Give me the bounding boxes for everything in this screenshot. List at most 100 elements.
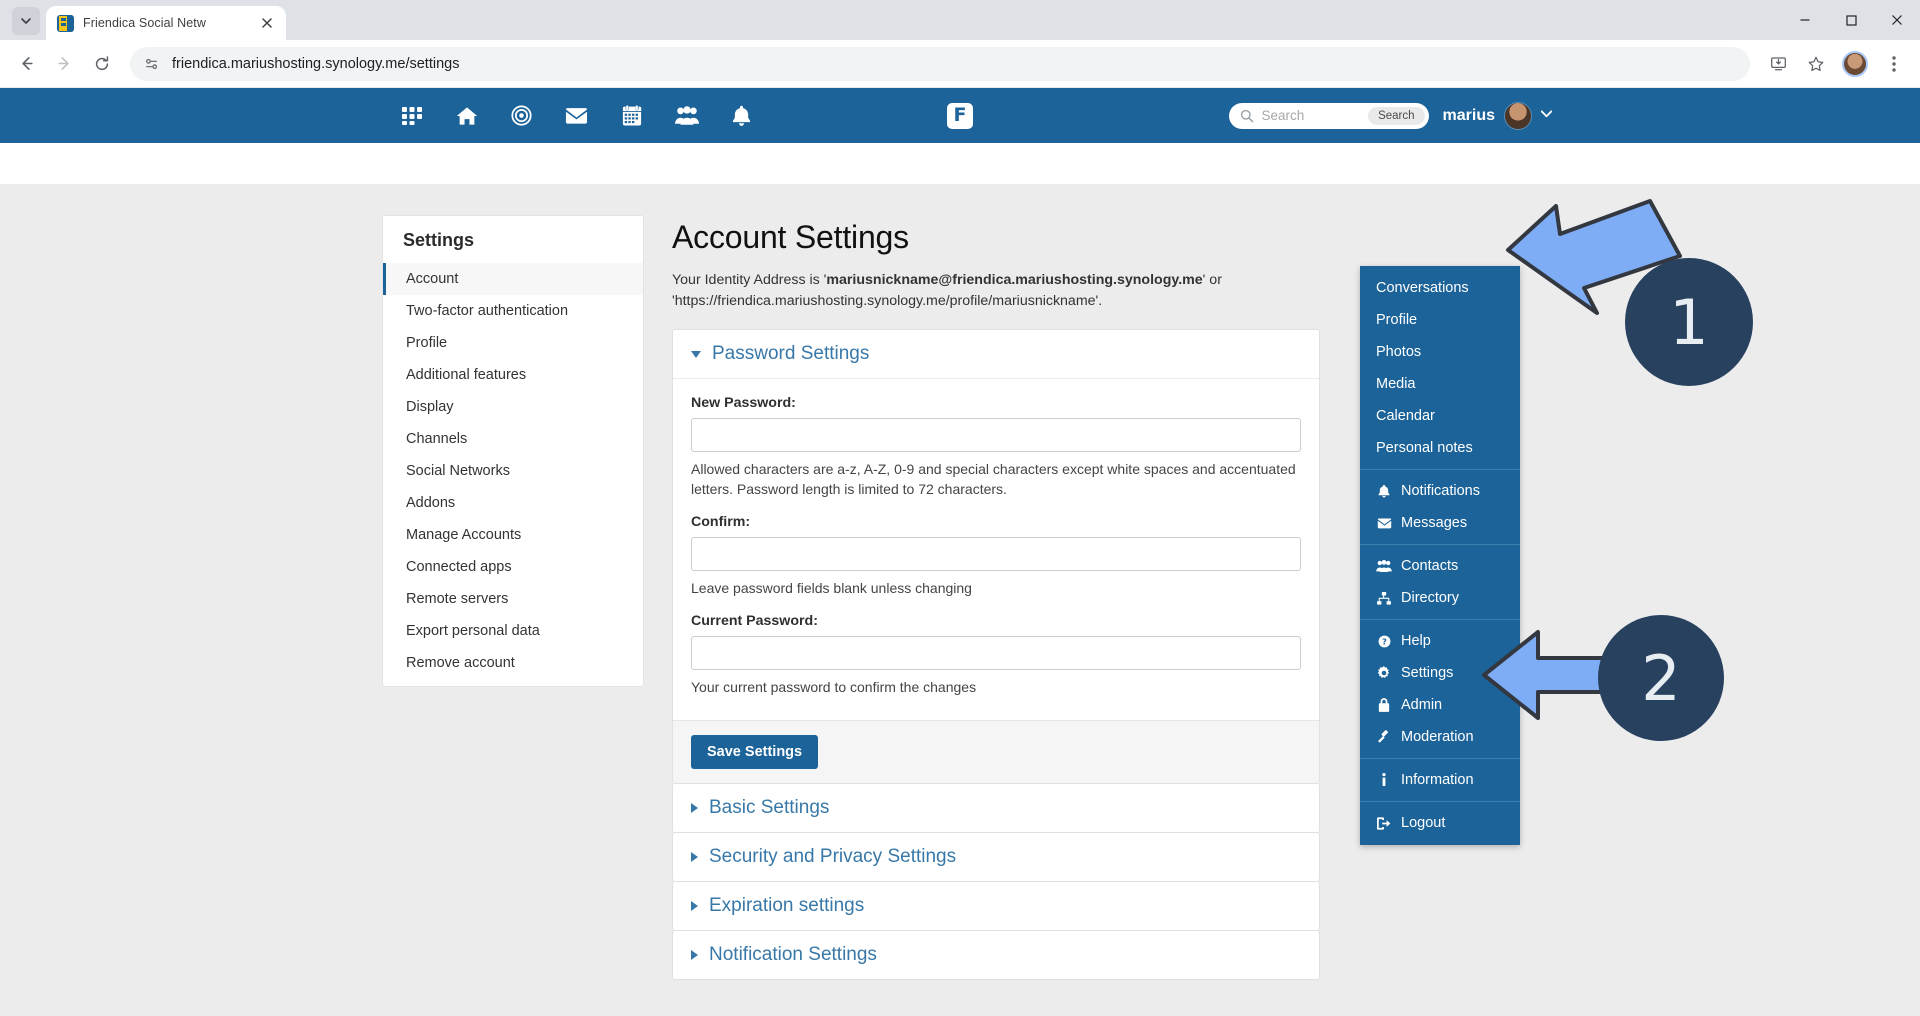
current-password-input[interactable] — [691, 635, 1301, 670]
sidebar-item-display[interactable]: Display — [383, 391, 643, 423]
search-icon — [1240, 109, 1254, 123]
panel-title: Expiration settings — [709, 894, 865, 916]
network-icon[interactable] — [494, 88, 549, 143]
toolbar-right-group — [1760, 46, 1912, 82]
mail-icon[interactable] — [549, 88, 604, 143]
bell-icon — [1376, 484, 1392, 498]
sidebar-item-manage-accounts[interactable]: Manage Accounts — [383, 519, 643, 551]
gear-icon — [1376, 666, 1392, 680]
divider — [1360, 544, 1520, 545]
dropdown-item-calendar[interactable]: Calendar — [1360, 400, 1520, 432]
dropdown-item-personal-notes[interactable]: Personal notes — [1360, 432, 1520, 464]
search-submit-button[interactable]: Search — [1368, 106, 1425, 125]
sidebar-item-remove-account[interactable]: Remove account — [383, 647, 643, 679]
sidebar-item-label: Account — [406, 271, 459, 287]
dropdown-label: Moderation — [1401, 729, 1474, 745]
password-settings-footer: Save Settings — [673, 719, 1319, 783]
chrome-profile-avatar[interactable] — [1842, 50, 1868, 77]
forward-arrow-icon[interactable] — [46, 46, 82, 82]
browser-tab[interactable]: Friendica Social Netw — [46, 6, 286, 40]
sidebar-item-channels[interactable]: Channels — [383, 423, 643, 455]
sidebar-item-export-personal-data[interactable]: Export personal data — [383, 615, 643, 647]
security-privacy-settings-header[interactable]: Security and Privacy Settings — [673, 833, 1319, 881]
close-icon[interactable] — [258, 14, 276, 32]
dropdown-item-logout[interactable]: Logout — [1360, 807, 1520, 839]
dropdown-label: Profile — [1376, 312, 1418, 328]
sidebar-item-remote-servers[interactable]: Remote servers — [383, 583, 643, 615]
bell-icon[interactable] — [714, 88, 769, 143]
chevron-down-icon[interactable] — [1540, 110, 1553, 121]
panel-title: Notification Settings — [709, 943, 877, 965]
sidebar-item-label: Export personal data — [406, 623, 540, 639]
address-bar[interactable]: friendica.mariushosting.synology.me/sett… — [130, 46, 1750, 81]
sidebar-item-profile[interactable]: Profile — [383, 327, 643, 359]
chevron-right-icon — [691, 900, 698, 911]
dropdown-item-information[interactable]: Information — [1360, 764, 1520, 796]
site-settings-icon[interactable] — [144, 56, 160, 72]
user-avatar[interactable] — [1504, 101, 1532, 130]
navbar-icon-group — [384, 88, 769, 143]
page-title: Account Settings — [672, 219, 909, 255]
apps-grid-icon[interactable] — [384, 88, 439, 143]
dropdown-item-conversations[interactable]: Conversations — [1360, 272, 1520, 304]
dropdown-item-messages[interactable]: Messages — [1360, 507, 1520, 539]
back-arrow-icon[interactable] — [8, 46, 44, 82]
sign-out-icon — [1376, 816, 1392, 830]
dropdown-item-photos[interactable]: Photos — [1360, 336, 1520, 368]
sidebar-item-label: Additional features — [406, 367, 527, 383]
save-settings-button[interactable]: Save Settings — [691, 734, 819, 769]
dropdown-item-media[interactable]: Media — [1360, 368, 1520, 400]
install-app-icon[interactable] — [1760, 46, 1796, 82]
notification-settings-header[interactable]: Notification Settings — [673, 931, 1319, 979]
sidebar-item-addons[interactable]: Addons — [383, 487, 643, 519]
dropdown-label: Logout — [1401, 815, 1446, 831]
sidebar-item-label: Remove account — [406, 655, 515, 671]
username-label: marius — [1442, 106, 1495, 124]
reload-icon[interactable] — [84, 46, 120, 82]
sidebar-item-account[interactable]: Account — [383, 263, 643, 295]
maximize-button[interactable] — [1828, 0, 1874, 40]
sidebar-item-label: Profile — [406, 335, 448, 351]
user-menu-trigger[interactable]: marius — [1442, 101, 1553, 130]
user-dropdown-menu: Conversations Profile Photos Media Calen… — [1360, 266, 1520, 845]
dropdown-item-contacts[interactable]: Contacts — [1360, 550, 1520, 582]
sidebar-item-two-factor-authentication[interactable]: Two-factor authentication — [383, 295, 643, 327]
expiration-settings-header[interactable]: Expiration settings — [673, 882, 1319, 930]
friendica-logo[interactable]: F — [947, 102, 973, 129]
three-dot-menu-icon[interactable] — [1876, 46, 1912, 82]
new-password-input[interactable] — [691, 418, 1301, 453]
calendar-icon[interactable] — [604, 88, 659, 143]
security-privacy-settings-panel: Security and Privacy Settings — [672, 831, 1320, 882]
browser-toolbar: friendica.mariushosting.synology.me/sett… — [0, 40, 1920, 88]
password-settings-header[interactable]: Password Settings — [673, 330, 1319, 378]
dropdown-label: Admin — [1401, 697, 1443, 713]
sidebar-item-connected-apps[interactable]: Connected apps — [383, 551, 643, 583]
svg-text:?: ? — [1382, 636, 1387, 646]
search-input[interactable] — [1261, 108, 1361, 123]
sidebar-item-label: Manage Accounts — [406, 527, 522, 543]
sidebar-item-label: Display — [406, 399, 454, 415]
tab-title: Friendica Social Netw — [83, 16, 206, 30]
tab-search-button[interactable] — [12, 7, 40, 35]
sidebar-item-social-networks[interactable]: Social Networks — [383, 455, 643, 487]
chevron-right-icon — [691, 851, 698, 862]
dropdown-item-directory[interactable]: Directory — [1360, 582, 1520, 614]
info-icon — [1376, 773, 1392, 787]
password-settings-panel: Password Settings New Password: Allowed … — [672, 329, 1320, 784]
dropdown-label: Settings — [1401, 665, 1454, 681]
dropdown-item-notifications[interactable]: Notifications — [1360, 475, 1520, 507]
star-icon[interactable] — [1798, 46, 1834, 82]
sidebar-item-additional-features[interactable]: Additional features — [383, 359, 643, 391]
dropdown-item-profile[interactable]: Profile — [1360, 304, 1520, 336]
basic-settings-header[interactable]: Basic Settings — [673, 784, 1319, 832]
confirm-password-input[interactable] — [691, 536, 1301, 571]
friendica-favicon — [57, 14, 74, 32]
home-icon[interactable] — [439, 88, 494, 143]
window-controls — [1782, 0, 1920, 40]
contacts-icon[interactable] — [659, 88, 714, 143]
close-window-button[interactable] — [1874, 0, 1920, 40]
minimize-button[interactable] — [1782, 0, 1828, 40]
confirm-password-label: Confirm: — [691, 513, 751, 530]
search-box[interactable]: Search — [1228, 102, 1429, 129]
sidebar-item-label: Two-factor authentication — [406, 303, 569, 319]
